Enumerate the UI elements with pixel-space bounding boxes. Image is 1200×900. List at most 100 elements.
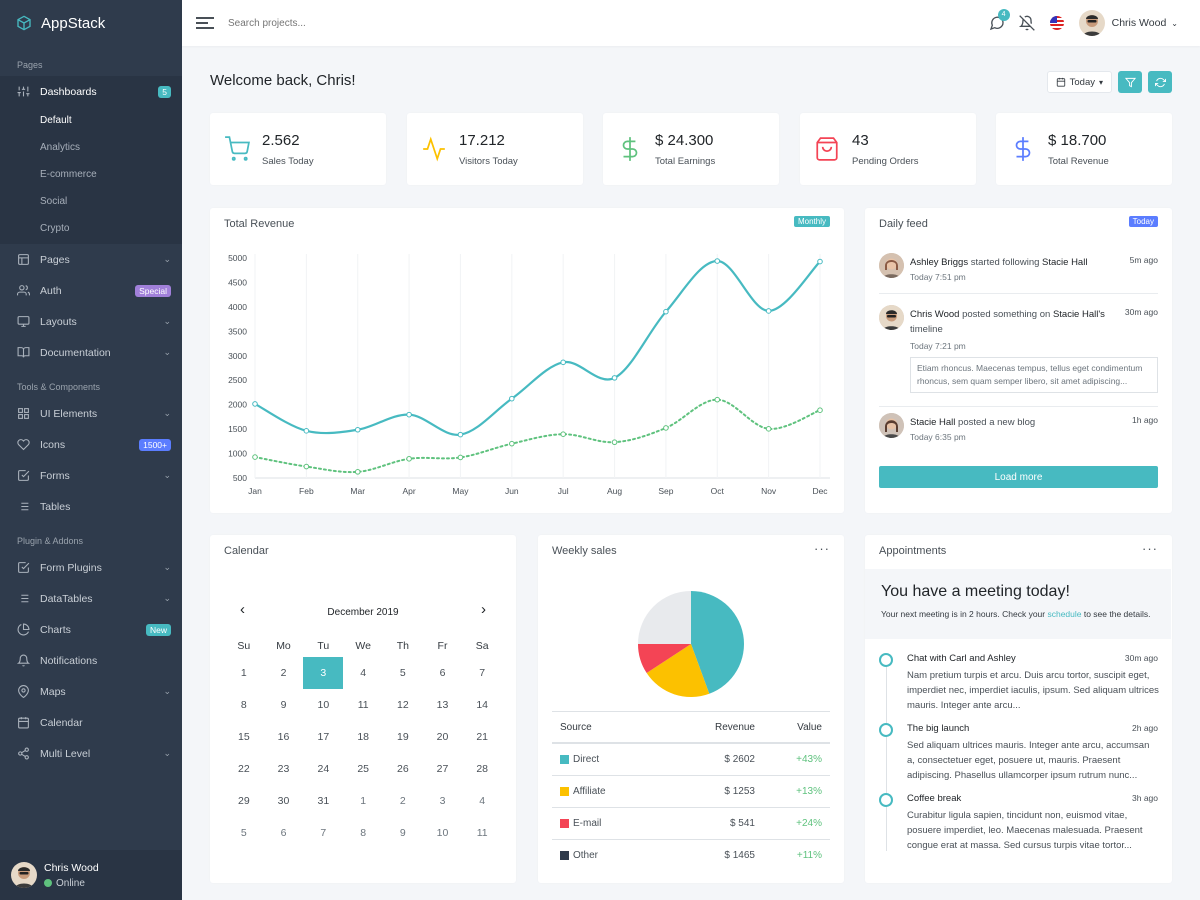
calendar-day[interactable]: 27 bbox=[423, 753, 463, 785]
load-more-button[interactable]: Load more bbox=[879, 466, 1158, 488]
sidebar-item-forms[interactable]: Forms ⌄ bbox=[0, 460, 182, 491]
brand[interactable]: AppStack bbox=[0, 0, 182, 46]
sidebar-item-pages[interactable]: Pages ⌄ bbox=[0, 244, 182, 275]
sidebar-item-notifications[interactable]: Notifications bbox=[0, 645, 182, 676]
calendar-day[interactable]: 13 bbox=[423, 689, 463, 721]
schedule-link[interactable]: schedule bbox=[1047, 609, 1081, 619]
sidebar-item-auth[interactable]: Auth Special bbox=[0, 275, 182, 306]
feed-quote: Etiam rhoncus. Maecenas tempus, tellus e… bbox=[910, 357, 1158, 393]
calendar-day[interactable]: 23 bbox=[264, 753, 304, 785]
calendar-day[interactable]: 30 bbox=[264, 785, 304, 817]
calendar-day[interactable]: 5 bbox=[224, 817, 264, 849]
menu-toggle-icon[interactable] bbox=[196, 14, 214, 32]
timeline-title[interactable]: The big launch bbox=[907, 723, 969, 734]
sidebar-item-ui-elements[interactable]: UI Elements ⌄ bbox=[0, 398, 182, 429]
sidebar-item-datatables[interactable]: DataTables ⌄ bbox=[0, 583, 182, 614]
sidebar-user[interactable]: Chris Wood Online bbox=[0, 850, 182, 900]
sidebar-item-dashboards[interactable]: Dashboards 5 bbox=[0, 76, 182, 107]
calendar-day[interactable]: 8 bbox=[224, 689, 264, 721]
calendar-day[interactable]: 2 bbox=[264, 657, 304, 689]
calendar-day[interactable]: 21 bbox=[462, 721, 502, 753]
section-header-tools: Tools & Components bbox=[17, 382, 101, 392]
calendar-day[interactable]: 3 bbox=[423, 785, 463, 817]
calendar-day[interactable]: 2 bbox=[383, 785, 423, 817]
calendar-day[interactable]: 10 bbox=[303, 689, 343, 721]
timeline-text: Nam pretium turpis et arcu. Duis arcu to… bbox=[907, 670, 1159, 711]
language-flag-button[interactable] bbox=[1049, 15, 1065, 31]
feed-actor[interactable]: Chris Wood bbox=[910, 309, 959, 320]
filter-button[interactable] bbox=[1118, 71, 1142, 93]
selected-day[interactable]: 3 bbox=[303, 657, 344, 689]
calendar-day[interactable]: 12 bbox=[383, 689, 423, 721]
calendar-day[interactable]: 28 bbox=[462, 753, 502, 785]
calendar-day[interactable]: 1 bbox=[224, 657, 264, 689]
calendar-day[interactable]: 19 bbox=[383, 721, 423, 753]
calendar-day[interactable]: 31 bbox=[303, 785, 343, 817]
calendar-day[interactable]: 24 bbox=[303, 753, 343, 785]
calendar-day[interactable]: 14 bbox=[462, 689, 502, 721]
sidebar-item-maps[interactable]: Maps ⌄ bbox=[0, 676, 182, 707]
calendar-day[interactable]: 18 bbox=[343, 721, 383, 753]
sidebar-subitem-social[interactable]: Social bbox=[0, 188, 182, 215]
sidebar-item-documentation[interactable]: Documentation ⌄ bbox=[0, 337, 182, 368]
calendar-day[interactable]: 7 bbox=[303, 817, 343, 849]
period-dropdown[interactable]: Today ▾ bbox=[1046, 71, 1112, 93]
notifications-button[interactable] bbox=[1018, 15, 1035, 31]
sidebar-item-tables[interactable]: Tables bbox=[0, 491, 182, 522]
today-pill[interactable]: Today bbox=[1128, 216, 1158, 227]
x-tick-label: Jan bbox=[248, 486, 262, 496]
calendar-day[interactable]: 8 bbox=[343, 817, 383, 849]
sidebar-item-multi-level[interactable]: Multi Level ⌄ bbox=[0, 738, 182, 769]
calendar-day[interactable]: 6 bbox=[264, 817, 304, 849]
calendar-day[interactable]: 4 bbox=[343, 657, 383, 689]
calendar-day[interactable]: 11 bbox=[343, 689, 383, 721]
dollar-icon bbox=[1015, 137, 1031, 161]
calendar-day[interactable]: 25 bbox=[343, 753, 383, 785]
messages-button[interactable]: 4 bbox=[989, 9, 1010, 31]
calendar-day[interactable]: 6 bbox=[423, 657, 463, 689]
feed-target[interactable]: Stacie Hall bbox=[1042, 257, 1087, 268]
next-month-chevron-icon[interactable]: › bbox=[481, 601, 486, 618]
meeting-title: You have a meeting today! bbox=[881, 583, 1070, 600]
feed-actor[interactable]: Ashley Briggs bbox=[910, 257, 968, 268]
sidebar-item-icons[interactable]: Icons 1500+ bbox=[0, 429, 182, 460]
calendar-day[interactable]: 26 bbox=[383, 753, 423, 785]
sidebar-subitem-default[interactable]: Default bbox=[0, 107, 182, 134]
source-name: Affiliate bbox=[573, 786, 606, 797]
timeline-text: Curabitur ligula sapien, tincidunt non, … bbox=[907, 810, 1143, 851]
sidebar-subitem-ecommerce[interactable]: E-commerce bbox=[0, 161, 182, 188]
timeline-title[interactable]: Chat with Carl and Ashley bbox=[907, 653, 1016, 664]
cell-source: Affiliate bbox=[552, 786, 665, 797]
sidebar-subitem-crypto[interactable]: Crypto bbox=[0, 215, 182, 242]
calendar-day[interactable]: 10 bbox=[423, 817, 463, 849]
feed-text: Ashley Briggs started following Stacie H… bbox=[910, 255, 1120, 285]
sidebar-item-calendar[interactable]: Calendar bbox=[0, 707, 182, 738]
calendar-day[interactable]: 7 bbox=[462, 657, 502, 689]
calendar-day[interactable]: 15 bbox=[224, 721, 264, 753]
calendar-day[interactable]: 9 bbox=[264, 689, 304, 721]
feed-target[interactable]: Stacie Hall's bbox=[1053, 309, 1105, 320]
calendar-day[interactable]: 20 bbox=[423, 721, 463, 753]
calendar-day[interactable]: 22 bbox=[224, 753, 264, 785]
calendar-day[interactable]: 1 bbox=[343, 785, 383, 817]
calendar-day[interactable]: 5 bbox=[383, 657, 423, 689]
sidebar-item-charts[interactable]: Charts New bbox=[0, 614, 182, 645]
more-options-icon[interactable]: ··· bbox=[1142, 541, 1158, 556]
feed-actor[interactable]: Stacie Hall bbox=[910, 417, 955, 428]
calendar-day[interactable]: 29 bbox=[224, 785, 264, 817]
revenue-line-chart: Jan Feb Mar Apr May Jun Jul Aug Sep Oct Nov Dec 500 1… bbox=[228, 253, 830, 496]
search-input[interactable] bbox=[228, 17, 428, 29]
appointments-card: Appointments ··· You have a meeting toda… bbox=[865, 535, 1172, 883]
calendar-day[interactable]: 16 bbox=[264, 721, 304, 753]
sidebar-item-form-plugins[interactable]: Form Plugins ⌄ bbox=[0, 552, 182, 583]
refresh-button[interactable] bbox=[1148, 71, 1172, 93]
calendar-day[interactable]: 9 bbox=[383, 817, 423, 849]
calendar-day[interactable]: 4 bbox=[462, 785, 502, 817]
calendar-day[interactable]: 17 bbox=[303, 721, 343, 753]
user-menu[interactable]: Chris Wood ⌄ bbox=[1078, 10, 1178, 36]
calendar-day[interactable]: 3 bbox=[303, 657, 344, 689]
sidebar-item-layouts[interactable]: Layouts ⌄ bbox=[0, 306, 182, 337]
timeline-title[interactable]: Coffee break bbox=[907, 793, 961, 804]
sidebar-subitem-analytics[interactable]: Analytics bbox=[0, 134, 182, 161]
calendar-day[interactable]: 11 bbox=[462, 817, 502, 849]
